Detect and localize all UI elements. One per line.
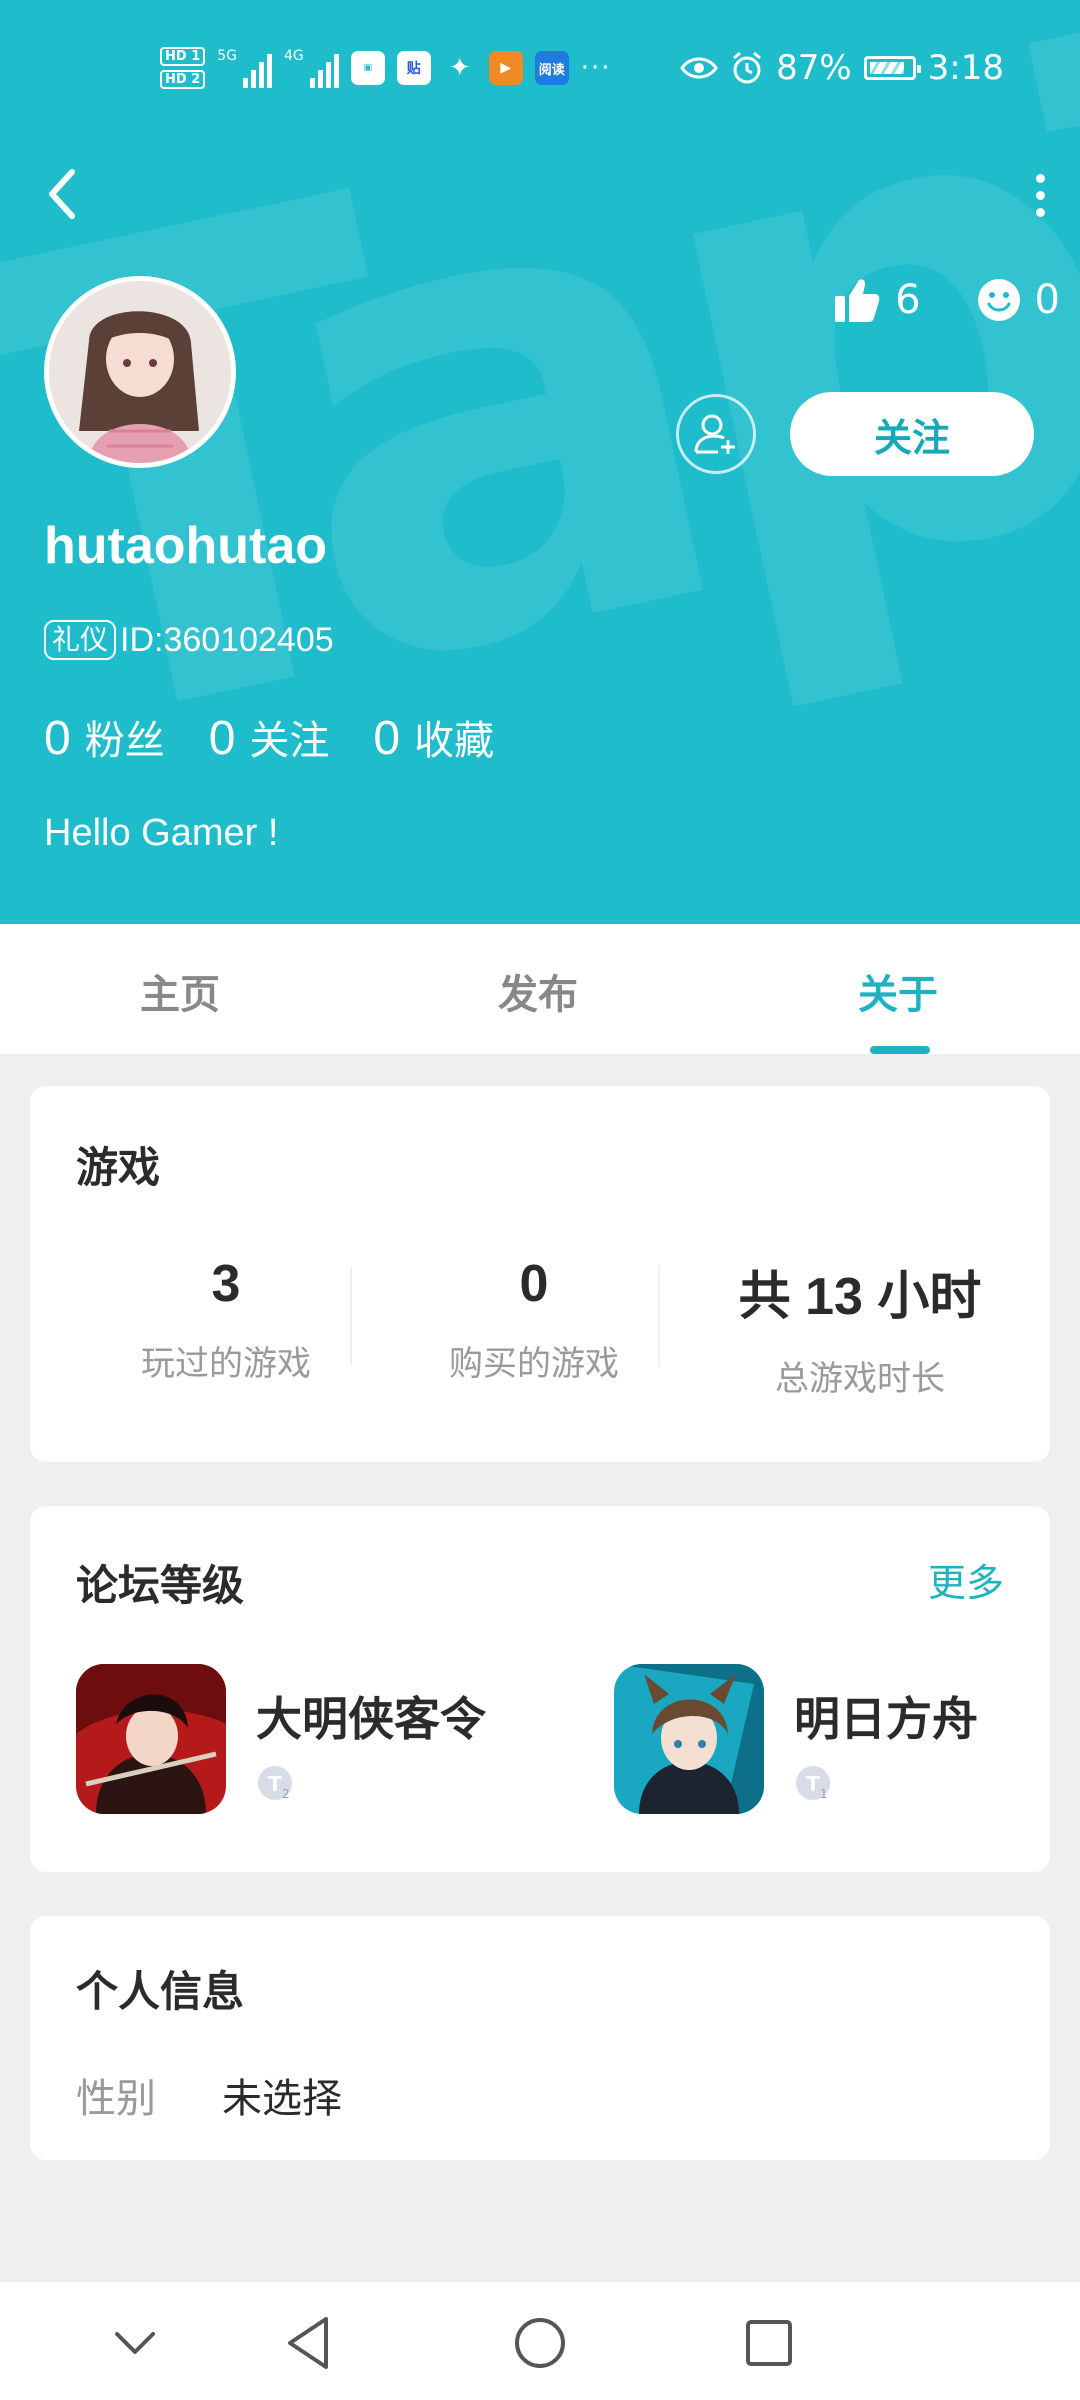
forum-level-value: 2 [282,1787,290,1801]
more-notifications-icon: ··· [580,53,612,83]
svg-text:T: T [806,1772,820,1796]
played-games-label: 玩过的游戏 [141,1344,311,1384]
tab-home[interactable]: 主页 [140,962,220,1020]
clock-time: 3:18 [927,48,1004,88]
add-user-icon [694,414,735,454]
signal-4g-icon: 4G [284,48,339,88]
smile-icon [977,279,1020,321]
bio-text: Hello Gamer ! [44,812,279,854]
followers-count: 0 [44,712,71,765]
game-icon-daming [76,1664,226,1814]
played-games-count: 3 [211,1255,241,1313]
video-icon: ▶ [488,51,523,85]
smiles-count: 0 [1034,277,1060,323]
forum-level-value: 1 [820,1787,828,1801]
total-playtime-label: 总游戏时长 [775,1359,945,1399]
square-recents-icon [746,2320,792,2366]
signal-5g-icon: 5G [217,48,273,88]
more-link[interactable]: 更多 [928,1552,1004,1607]
nav-back-button[interactable] [274,2308,344,2378]
etiquette-badge[interactable]: 礼仪 [44,620,117,660]
total-playtime-stat[interactable]: 共 13 小时 总游戏时长 [700,1254,1020,1400]
circle-home-icon [515,2318,565,2368]
followers-label: 粉丝 [84,718,165,764]
favorites-count: 0 [373,712,401,765]
purchased-games-label: 购买的游戏 [449,1344,619,1384]
level-badge-icon: T2 [256,1764,296,1804]
level-badge-icon: T1 [794,1764,834,1804]
profile-stats: 0 粉丝 0 关注 0 收藏 [44,708,494,766]
following-count: 0 [208,712,236,765]
yuedu-icon: 阅读 [534,51,569,85]
gender-value: 未选择 [222,2076,342,2122]
divider [658,1266,660,1366]
favorites-label: 收藏 [414,718,495,764]
following-stat[interactable]: 0 关注 [209,708,330,766]
system-nav-bar [0,2282,1080,2400]
network-5g-label: 5G [217,48,238,64]
forum-level-title: 论坛等级 [76,1561,245,1610]
following-label: 关注 [249,718,330,764]
network-4g-label: 4G [284,48,304,64]
forum-game-name: 明日方舟 [794,1692,978,1746]
reaction-counts: 6 0 [833,276,1060,324]
total-playtime-value: 共 13 小时 [738,1268,982,1326]
active-tab-indicator [870,1046,930,1054]
thumbs-up-icon [835,279,880,322]
back-button[interactable] [40,164,90,224]
divider [350,1266,352,1366]
follow-button[interactable]: 关注 [790,392,1034,476]
nav-home-button[interactable] [505,2308,575,2378]
forum-level-card: 论坛等级 更多 大明侠客令 T2 明日方舟 T1 [30,1506,1050,1872]
battery-percent: 87% [776,48,852,88]
likes-count-group[interactable]: 6 [833,276,921,324]
followers-stat[interactable]: 0 粉丝 [44,708,165,766]
battery-icon [863,56,921,80]
likes-count: 6 [895,277,921,323]
alarm-icon [733,51,762,84]
personal-info-card: 个人信息 性别 未选择 [30,1916,1050,2160]
user-id-row: 礼仪 ID:360102405 [44,620,334,660]
smiles-count-group[interactable]: 0 [977,277,1060,323]
purchased-games-count: 0 [519,1255,549,1313]
collapse-nav-button[interactable] [100,2308,170,2378]
profile-tabs: 主页 发布 关于 [0,924,1080,1054]
status-bar: HD 1 HD 2 5G 4G ▣ 贴 ✦ ▶ 阅读 ··· 87% 3:18 [0,0,1080,140]
chevron-down-icon [115,2332,155,2354]
purchased-games-stat[interactable]: 0 购买的游戏 [384,1254,684,1385]
more-options-button[interactable] [1020,160,1060,230]
forum-game-name: 大明侠客令 [256,1692,486,1746]
triangle-back-icon [288,2317,328,2369]
user-id: ID:360102405 [120,620,334,659]
personal-info-title: 个人信息 [76,1967,245,2016]
nav-recents-button[interactable] [734,2308,804,2378]
forum-item[interactable]: 大明侠客令 T2 [76,1664,486,1814]
wechat-icon: ✦ [448,53,471,83]
favorites-stat[interactable]: 0 收藏 [373,708,494,766]
gender-row[interactable]: 性别 未选择 [76,2066,342,2124]
hd-indicator: HD 1 HD 2 [160,47,206,89]
add-friend-button[interactable] [676,394,756,474]
games-card: 游戏 3 玩过的游戏 0 购买的游戏 共 13 小时 总游戏时长 [30,1086,1050,1462]
profile-header: TapT HD 1 HD 2 5G 4G ▣ 贴 ✦ ▶ 阅读 ··· 87% … [0,0,1080,924]
username: hutaohutao [44,517,328,575]
tieba-icon: 贴 [396,51,431,85]
forum-item[interactable]: 明日方舟 T1 [614,1664,978,1814]
avatar-image [49,281,231,463]
gender-label: 性别 [76,2076,156,2122]
played-games-stat[interactable]: 3 玩过的游戏 [76,1254,376,1385]
chevron-left-icon [49,169,75,219]
hd1-label: HD 1 [160,47,206,66]
avatar[interactable] [44,276,236,468]
huawei-store-icon: ▣ [350,51,385,85]
tab-about[interactable]: 关于 [858,962,938,1020]
game-icon-arknights [614,1664,764,1814]
eye-icon [680,57,718,79]
hd2-label: HD 2 [160,70,206,89]
tab-posts[interactable]: 发布 [498,962,578,1020]
svg-text:T: T [268,1772,282,1796]
games-card-title: 游戏 [76,1143,161,1192]
